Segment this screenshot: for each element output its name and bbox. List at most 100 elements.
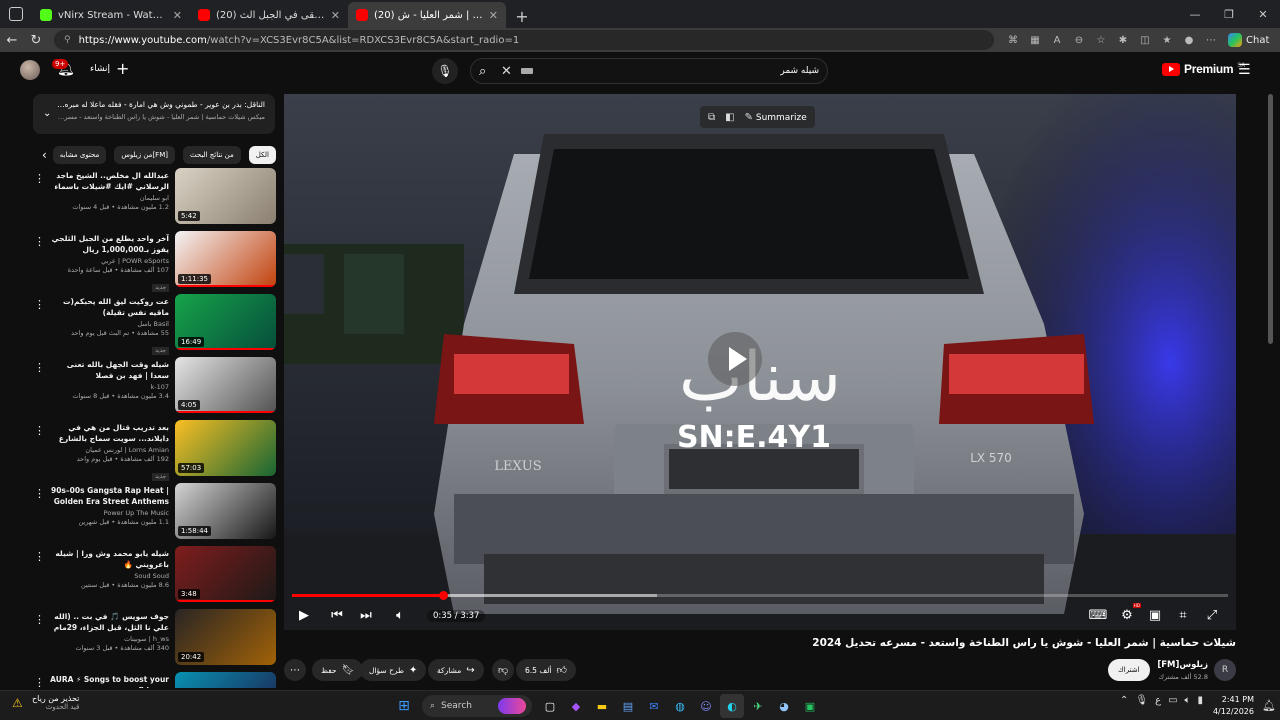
site-info-icon[interactable]: ⚲ xyxy=(64,35,71,45)
video-menu-icon[interactable]: ⋮ xyxy=(34,676,45,688)
close-tab-icon[interactable]: ✕ xyxy=(173,9,182,22)
ask-button[interactable]: طرح سؤال ✦ xyxy=(360,659,427,681)
scrubber-handle[interactable] xyxy=(438,591,448,600)
new-tab-button[interactable]: + xyxy=(510,4,534,28)
close-window-icon[interactable]: ✕ xyxy=(1246,0,1280,28)
favorite-icon[interactable]: ☆ xyxy=(1092,31,1110,49)
big-play-icon[interactable] xyxy=(708,332,762,386)
video-menu-icon[interactable]: ⋮ xyxy=(34,424,45,437)
next-icon[interactable]: ⏭ xyxy=(356,606,376,624)
fullscreen-icon[interactable]: ⤢ xyxy=(1202,606,1222,624)
dislike-button[interactable]: 👎︎ xyxy=(492,659,515,681)
split-screen-icon[interactable]: ◫ xyxy=(1136,31,1154,49)
related-video-title[interactable]: 90s–00s Gangsta Rap Heat | Golden Era St… xyxy=(48,485,169,507)
filter-chip[interactable]: محتوى مشابه xyxy=(52,146,107,164)
minimize-icon[interactable]: — xyxy=(1178,0,1212,28)
workspace-button[interactable] xyxy=(4,2,28,26)
task-view-icon[interactable]: ▢ xyxy=(538,694,562,718)
outlook-icon[interactable]: ✉ xyxy=(642,694,666,718)
close-tab-icon[interactable]: ✕ xyxy=(331,9,340,22)
filter-chip[interactable]: الكل xyxy=(248,146,276,164)
app-icon[interactable]: ◕ xyxy=(772,694,796,718)
extensions-icon[interactable]: ✱ xyxy=(1114,31,1132,49)
related-video-title[interactable]: آخر واحد يطلع من الجبل الثلجي يفوز بـ1,0… xyxy=(48,233,169,255)
related-video-item[interactable]: 5:42 عبدالله ال مخلص.. الشيخ ماجد الرسلان… xyxy=(30,168,276,231)
browser-tab[interactable]: (20) آخر واحد يبقى في الجبل الث ✕ xyxy=(190,2,348,28)
video-thumbnail[interactable] xyxy=(175,672,276,688)
related-video-channel[interactable]: Soud Soud xyxy=(48,572,169,580)
related-video-title[interactable]: بعد تدريب قتال من هي في دايلاند... سويت … xyxy=(48,422,169,444)
related-video-item[interactable]: 57:03 بعد تدريب قتال من هي في دايلاند... … xyxy=(30,420,276,483)
clear-search-icon[interactable]: ✕ xyxy=(501,64,517,79)
video-thumbnail[interactable]: 1:11:35 xyxy=(175,231,276,287)
browser-tab[interactable]: (20) شيلات حماسية | شمر العليا - ش ✕ xyxy=(348,2,506,28)
mic-tray-icon[interactable]: 🎙︎ xyxy=(1135,695,1148,706)
clock[interactable]: 2:41 PM 4/12/2026 xyxy=(1206,694,1254,718)
refresh-icon[interactable]: ↻ xyxy=(24,28,48,52)
guide-menu-icon[interactable]: ☰ xyxy=(1238,62,1251,78)
summarize-button[interactable]: ✎ Summarize xyxy=(745,112,807,123)
video-menu-icon[interactable]: ⋮ xyxy=(34,613,45,626)
search-input[interactable]: ⌕ ✕ شيله شمر xyxy=(470,58,828,84)
settings-icon[interactable]: ⚙ HD xyxy=(1117,603,1141,624)
browser-tab[interactable]: vNirx Stream - Watch Live on Kick ✕ xyxy=(32,2,190,28)
restore-icon[interactable]: ❐ xyxy=(1212,0,1246,28)
progress-bar[interactable] xyxy=(292,591,1228,600)
speaker-icon[interactable]: 🔈︎ xyxy=(1185,695,1191,706)
file-explorer-icon[interactable]: ▬ xyxy=(590,694,614,718)
channel-name[interactable]: زيلوس[FM] xyxy=(1144,660,1208,670)
related-video-item[interactable]: 1:11:35 آخر واحد يطلع من الجبل الثلجي يفو… xyxy=(30,231,276,294)
previous-icon[interactable]: ⏮ xyxy=(327,606,347,624)
taskbar-search[interactable]: ⌕ Search xyxy=(422,695,532,717)
start-icon[interactable]: ⊞ xyxy=(392,694,416,718)
search-icon[interactable]: ⌕ xyxy=(479,64,501,79)
video-thumbnail[interactable]: 1:58:44 xyxy=(175,483,276,539)
zoom-icon[interactable]: ⊖ xyxy=(1070,31,1088,49)
video-thumbnail[interactable]: 3:48 xyxy=(175,546,276,602)
video-menu-icon[interactable]: ⋮ xyxy=(34,550,45,563)
voice-search-icon[interactable]: 🎙︎ xyxy=(432,58,458,84)
video-thumbnail[interactable]: 4:05 xyxy=(175,357,276,413)
related-video-item[interactable]: AURA ⚡ Songs to boost your confidence⋮ xyxy=(30,672,276,688)
video-tool-icon[interactable]: ◧ xyxy=(725,112,734,123)
apps-icon[interactable]: ▦ xyxy=(1026,31,1044,49)
whatsapp-icon[interactable]: ▣ xyxy=(798,694,822,718)
mix-playlist-header[interactable]: الناقل: بدر بن عوير - طموني وش هي امارة … xyxy=(33,94,275,134)
related-video-title[interactable]: شيله يابو محمد وش ورا | شيله باعرويني 🔥 xyxy=(48,548,169,570)
filter-chip[interactable]: من زيلوس[FM] xyxy=(114,146,175,164)
translate-icon[interactable]: ⌘ xyxy=(1004,31,1022,49)
related-video-title[interactable]: عبدالله ال مخلص.. الشيخ ماجد الرسلاني #ا… xyxy=(48,170,169,192)
related-video-channel[interactable]: Lorns Amian | لورنس عميان xyxy=(48,446,169,454)
profile-icon[interactable]: ● xyxy=(1180,31,1198,49)
like-button[interactable]: 6.5 ألف 👍︎ xyxy=(516,659,576,681)
related-video-item[interactable]: 16:49 عت روكيت ليق الله يحبكم(ت ماقيه نفس… xyxy=(30,294,276,357)
related-video-channel[interactable]: ابو سليمان xyxy=(48,194,169,202)
create-button[interactable]: إنشاء + xyxy=(90,61,129,77)
video-menu-icon[interactable]: ⋮ xyxy=(34,487,45,500)
close-tab-icon[interactable]: ✕ xyxy=(489,9,498,22)
video-thumbnail[interactable]: 5:42 xyxy=(175,168,276,224)
video-menu-icon[interactable]: ⋮ xyxy=(34,235,45,248)
related-video-item[interactable]: 20:42 جوف سويس 🎵 في بت .. (الله علي نا ال… xyxy=(30,609,276,672)
subscribe-button[interactable]: اشتراك xyxy=(1108,659,1150,681)
related-video-item[interactable]: 4:05 شيله وقت الجهل بالله تعنى سعدا | فهد… xyxy=(30,357,276,420)
read-aloud-icon[interactable]: A xyxy=(1048,31,1066,49)
related-video-channel[interactable]: k-107 xyxy=(48,383,169,391)
store-icon[interactable]: ▤ xyxy=(616,694,640,718)
network-icon[interactable]: ▭ xyxy=(1168,695,1177,706)
youtube-premium-logo[interactable]: Premium SA xyxy=(1162,62,1245,76)
favorites-icon[interactable]: ★ xyxy=(1158,31,1176,49)
page-scrollbar[interactable] xyxy=(1268,94,1273,344)
more-icon[interactable]: ⋯ xyxy=(1202,31,1220,49)
discord-icon[interactable]: ☺ xyxy=(694,694,718,718)
more-actions-icon[interactable]: ⋯ xyxy=(284,659,306,681)
video-player[interactable]: سناب SN:E.4Y1 LEXUS LX 570 ⧉ ◧ ✎ Summari… xyxy=(284,94,1236,630)
related-video-channel[interactable]: Basil باسل xyxy=(48,320,169,328)
filter-chip[interactable]: من نتائج البحث xyxy=(182,146,241,164)
video-thumbnail[interactable]: 57:03 xyxy=(175,420,276,476)
battery-icon[interactable]: ▮ xyxy=(1198,695,1204,706)
url-field[interactable]: ⚲ https://www.youtube.com/watch?v=XCS3Ev… xyxy=(54,30,994,50)
input-language[interactable]: ع xyxy=(1155,695,1161,706)
edge-dev-icon[interactable]: ◍ xyxy=(668,694,692,718)
related-video-channel[interactable]: POWR eSports | عربي xyxy=(48,257,169,265)
